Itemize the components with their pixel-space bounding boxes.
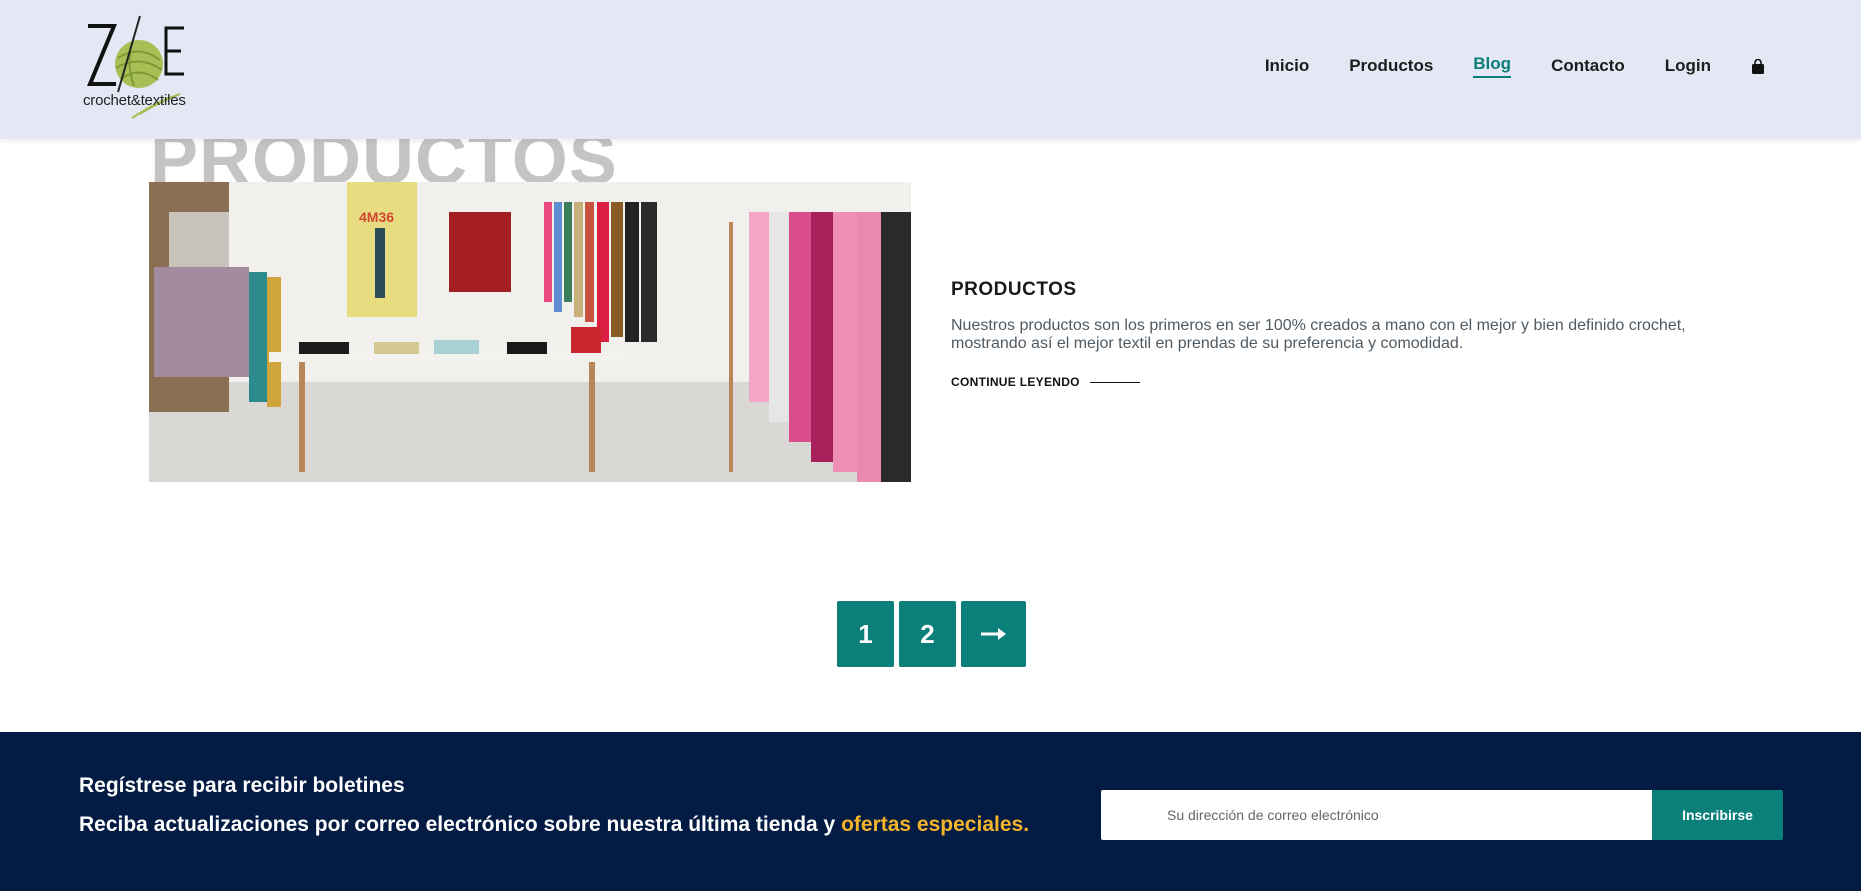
post-image[interactable]: 4M36	[149, 182, 911, 482]
logo[interactable]: crochet&textiles	[82, 14, 214, 120]
nav-item-productos[interactable]: Productos	[1349, 56, 1433, 76]
newsletter-text: Reciba actualizaciones por correo electr…	[79, 813, 1029, 837]
page-button-2[interactable]: 2	[899, 601, 956, 667]
nav-item-inicio[interactable]: Inicio	[1265, 56, 1309, 76]
post-body: PRODUCTOS Nuestros productos son los pri…	[951, 279, 1701, 389]
main-nav: Inicio Productos Blog Contacto Login	[1225, 54, 1765, 78]
read-more-label[interactable]: CONTINUE LEYENDO	[951, 375, 1080, 389]
nav-item-blog[interactable]: Blog	[1473, 54, 1512, 78]
pagination: 1 2	[837, 601, 1031, 667]
clothing-store-image: 4M36	[149, 182, 911, 482]
poster-sign: 4M36	[359, 209, 394, 225]
read-more-line	[1089, 381, 1140, 383]
post-title[interactable]: PRODUCTOS	[951, 279, 1701, 301]
newsletter-text-main: Reciba actualizaciones por correo electr…	[79, 813, 842, 836]
email-input[interactable]	[1101, 790, 1652, 840]
nav-item-login[interactable]: Login	[1665, 56, 1711, 76]
nav-item-contacto[interactable]: Contacto	[1551, 56, 1625, 76]
arrow-right-icon	[980, 628, 1006, 640]
newsletter-text-highlight: ofertas especiales.	[841, 813, 1030, 836]
shopping-bag-icon[interactable]	[1751, 59, 1765, 75]
post-excerpt: Nuestros productos son los primeros en s…	[951, 317, 1686, 352]
newsletter-footer: Regístrese para recibir boletines Reciba…	[0, 732, 1861, 891]
subscribe-form: Inscribirse	[1101, 790, 1783, 840]
next-page-button[interactable]	[961, 601, 1026, 667]
newsletter-heading: Regístrese para recibir boletines	[79, 774, 405, 797]
subscribe-button[interactable]: Inscribirse	[1652, 790, 1783, 840]
page-button-1[interactable]: 1	[837, 601, 894, 667]
site-header: crochet&textiles Inicio Productos Blog C…	[0, 0, 1861, 139]
logo-text: crochet&textiles	[83, 92, 186, 109]
read-more-link[interactable]: CONTINUE LEYENDO	[951, 375, 1701, 389]
